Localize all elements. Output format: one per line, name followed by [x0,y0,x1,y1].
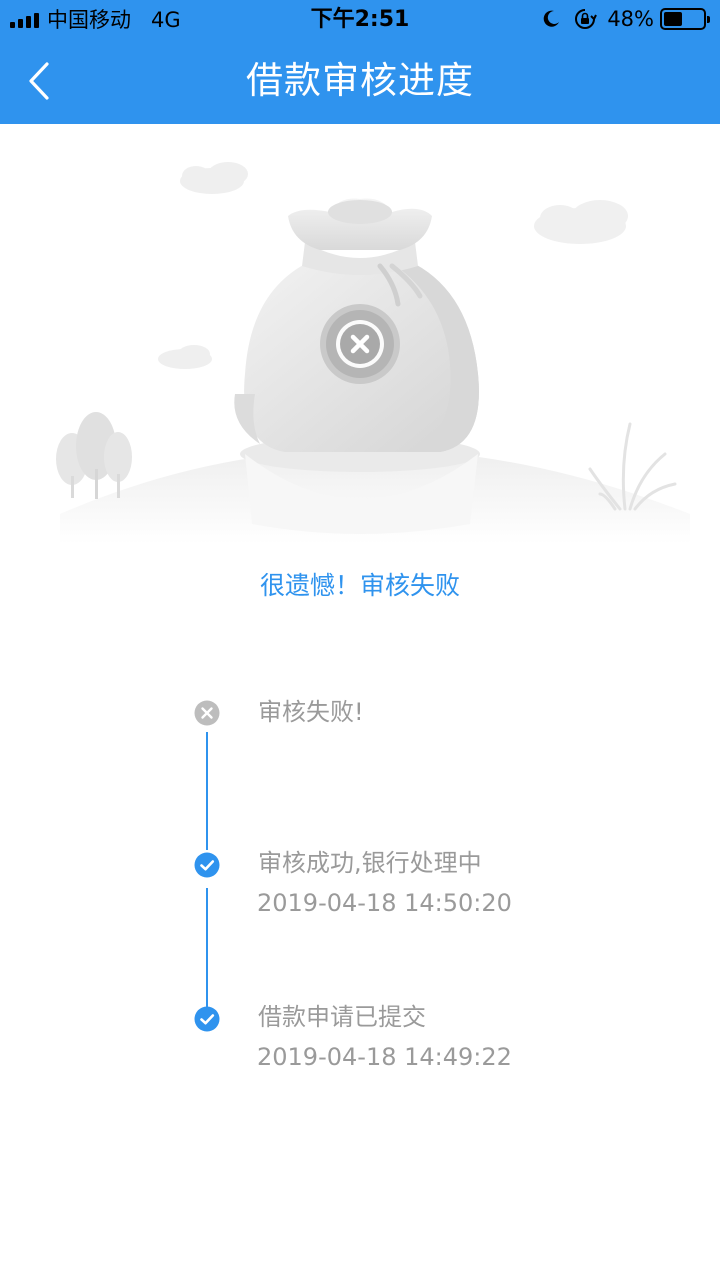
nav-bar: 借款审核进度 [0,40,720,124]
status-right: 48% [541,6,710,32]
cloud-icon [534,200,628,244]
orientation-lock-icon [575,9,598,29]
battery-level [664,12,683,26]
timeline-step-time: 2019-04-18 14:49:22 [257,1043,512,1071]
timeline-step-title: 借款申请已提交 [258,1003,426,1031]
timeline-step-title: 审核成功,银行处理中 [258,849,482,877]
timeline-step-time: 2019-04-18 14:50:20 [257,889,512,917]
moon-icon [544,10,560,27]
chevron-left-icon [29,62,49,100]
check-circle-icon [194,852,220,878]
timeline-connector [206,888,208,1008]
battery-percent: 48% [607,7,654,31]
cloud-icon [158,345,212,369]
cloud-icon [180,162,248,194]
page-title: 借款审核进度 [246,59,474,102]
close-icon [350,334,370,354]
check-circle-icon [194,1006,220,1032]
tree-icon [56,412,132,499]
status-bar: 中国移动 4G 下午2:51 48% [0,0,720,40]
hero-illustration [0,124,720,544]
battery-icon [660,8,710,30]
result-message: 很遗憾！审核失败 [259,571,460,600]
timeline-step-title: 审核失败! [258,698,364,726]
close-circle-icon [194,700,220,726]
back-button[interactable] [18,58,66,106]
timeline-connector [206,732,208,850]
